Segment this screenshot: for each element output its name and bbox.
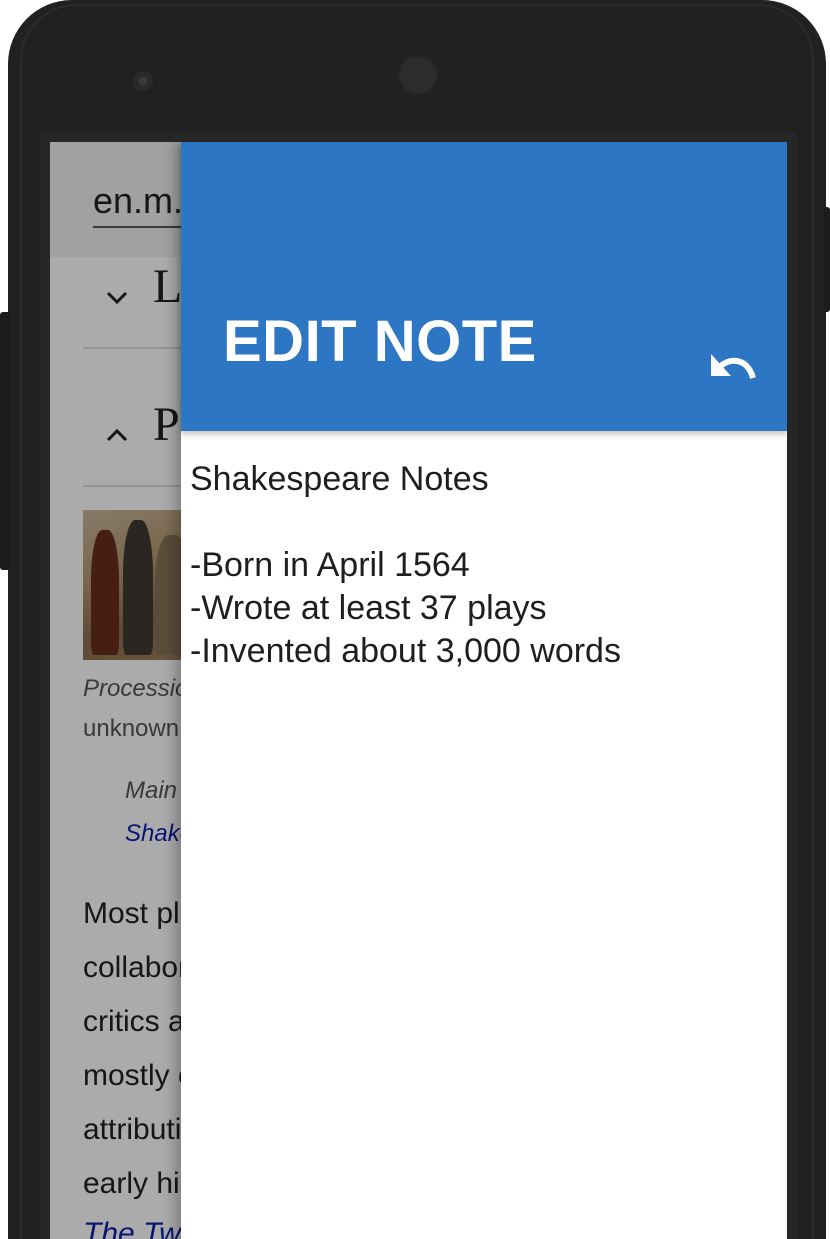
note-line: -Invented about 3,000 words [190, 632, 621, 670]
edit-note-drawer: EDIT NOTE Shakespeare Notes -Born in Apr… [181, 142, 787, 1239]
note-line-title: Shakespeare Notes [190, 460, 489, 498]
note-line: -Wrote at least 37 plays [190, 589, 547, 627]
screen: en.m.wikipedia.org Life Plays P [50, 142, 787, 1239]
drawer-header: EDIT NOTE [181, 142, 787, 431]
volume-button [0, 312, 10, 570]
note-line-blank [190, 501, 780, 544]
note-text-area[interactable]: Shakespeare Notes -Born in April 1564 -W… [190, 458, 780, 673]
device-frame: en.m.wikipedia.org Life Plays P [0, 0, 830, 1239]
proximity-sensor [133, 71, 153, 91]
drawer-title: EDIT NOTE [223, 309, 537, 374]
undo-icon[interactable] [707, 344, 759, 388]
front-camera [398, 55, 438, 95]
note-line: -Born in April 1564 [190, 546, 470, 584]
power-button [824, 207, 830, 312]
